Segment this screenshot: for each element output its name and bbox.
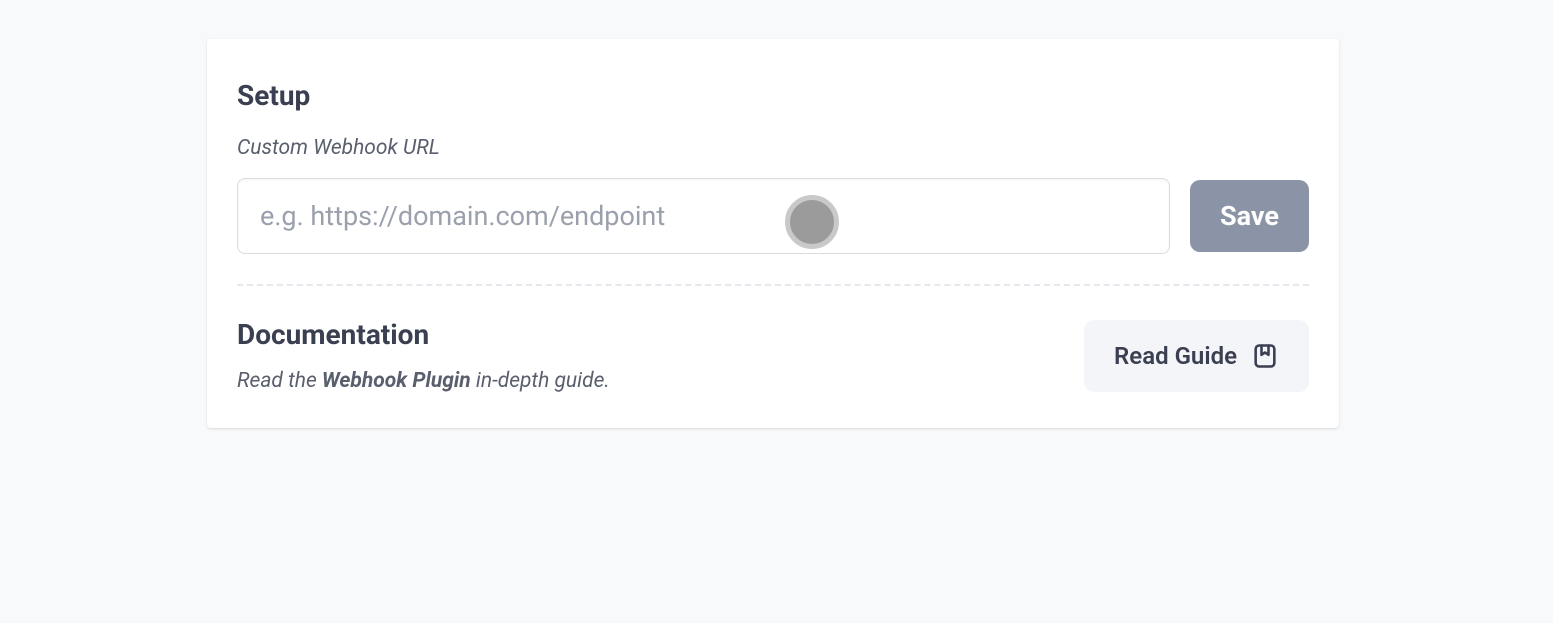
documentation-section: Documentation Read the Webhook Plugin in… — [237, 286, 1309, 393]
read-guide-button[interactable]: Read Guide — [1084, 320, 1309, 392]
webhook-url-label: Custom Webhook URL — [237, 136, 1309, 160]
settings-card: Setup Custom Webhook URL Save Documentat… — [207, 39, 1339, 428]
webhook-url-input[interactable] — [237, 178, 1170, 254]
setup-heading: Setup — [237, 79, 1309, 112]
read-guide-label: Read Guide — [1114, 342, 1237, 370]
setup-section: Setup Custom Webhook URL Save — [237, 79, 1309, 284]
documentation-description: Read the Webhook Plugin in-depth guide. — [237, 369, 1084, 393]
doc-text-bold: Webhook Plugin — [322, 369, 471, 393]
documentation-heading: Documentation — [237, 318, 1084, 351]
doc-text-suffix: in-depth guide. — [471, 369, 610, 393]
doc-text-prefix: Read the — [237, 369, 322, 393]
book-icon — [1251, 342, 1279, 370]
save-button[interactable]: Save — [1190, 180, 1309, 252]
documentation-text-block: Documentation Read the Webhook Plugin in… — [237, 318, 1084, 393]
input-row: Save — [237, 178, 1309, 254]
